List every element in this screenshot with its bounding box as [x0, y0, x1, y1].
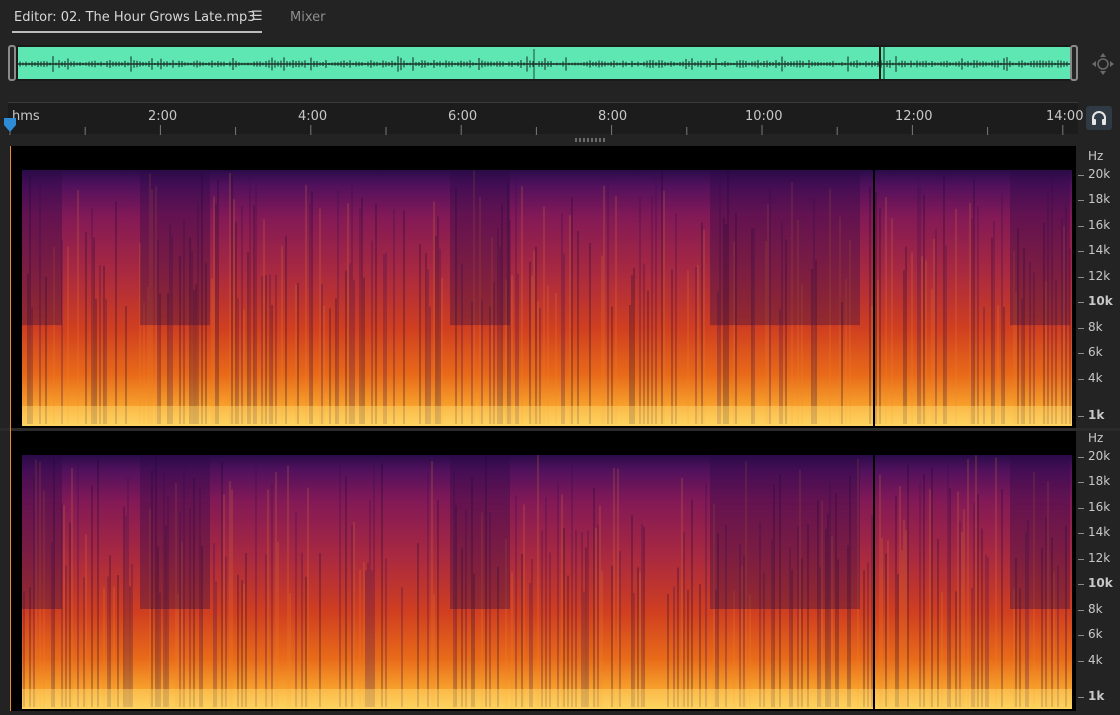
overview-waveform-line — [18, 47, 1070, 79]
hz-tick — [1078, 302, 1084, 303]
hz-label-10k: 10k — [1088, 294, 1113, 308]
tab-editor[interactable]: Editor: 02. The Hour Grows Late.mp3 — [14, 10, 256, 25]
hz-label-18k: 18k — [1088, 192, 1111, 206]
spectrogram-left-channel[interactable] — [10, 146, 1076, 428]
ruler-label-14-00: 14:00 — [1046, 109, 1084, 124]
hz-label-4k: 4k — [1088, 653, 1103, 667]
tab-mixer[interactable]: Mixer — [290, 10, 325, 25]
selection-start-marker — [10, 146, 11, 711]
overview-right-handle[interactable] — [1070, 45, 1078, 81]
hz-label-20k: 20k — [1088, 167, 1111, 181]
hz-label-14k: 14k — [1088, 243, 1111, 257]
hz-label-1k: 1k — [1088, 408, 1105, 422]
spectrogram-right-channel[interactable] — [10, 431, 1076, 711]
hz-tick — [1078, 226, 1084, 227]
frequency-scale-top: Hz 20k 18k 16k 14k 12k 10k 8k 6k 4k 1k — [1078, 146, 1120, 428]
hz-tick — [1078, 353, 1084, 354]
hz-tick — [1078, 328, 1084, 329]
hz-tick — [1078, 610, 1084, 611]
hz-tick — [1078, 697, 1084, 698]
hz-label-18k: 18k — [1088, 474, 1111, 488]
hz-tick — [1078, 584, 1084, 585]
ruler-label-8-00: 8:00 — [598, 109, 628, 124]
ruler-label-10-00: 10:00 — [745, 109, 783, 124]
frequency-scale-bottom: Hz 20k 18k 16k 14k 12k 10k 8k 6k 4k 1k — [1078, 431, 1120, 711]
hz-unit-label: Hz — [1088, 431, 1104, 445]
panel-menu-icon[interactable]: ☰ — [251, 10, 263, 23]
hz-tick — [1078, 175, 1084, 176]
playhead-icon[interactable] — [3, 117, 17, 133]
hz-tick — [1078, 379, 1084, 380]
ruler-label-12-00: 12:00 — [895, 109, 933, 124]
hz-label-12k: 12k — [1088, 551, 1111, 565]
active-tab-indicator — [12, 31, 262, 33]
spectral-stripes — [22, 455, 1072, 711]
ruler-label-4-00: 4:00 — [298, 109, 328, 124]
hz-label-6k: 6k — [1088, 345, 1103, 359]
headphones-icon — [1092, 111, 1106, 125]
hz-label-1k: 1k — [1088, 689, 1105, 703]
hz-label-16k: 16k — [1088, 218, 1111, 232]
hz-label-12k: 12k — [1088, 269, 1111, 283]
panel-resize-grip[interactable] — [575, 138, 605, 142]
overview-waveform — [18, 47, 1070, 79]
hz-label-20k: 20k — [1088, 449, 1111, 463]
editor-tab-bar: Editor: 02. The Hour Grows Late.mp3 ☰ Mi… — [0, 0, 1120, 40]
hz-tick — [1078, 457, 1084, 458]
hz-unit-label: Hz — [1088, 149, 1104, 163]
hz-tick — [1078, 416, 1084, 417]
spectral-stripes — [22, 170, 1072, 428]
hz-tick — [1078, 200, 1084, 201]
hz-label-10k: 10k — [1088, 576, 1113, 590]
overview-left-handle[interactable] — [8, 45, 16, 81]
hz-label-16k: 16k — [1088, 500, 1111, 514]
hz-tick — [1078, 482, 1084, 483]
ruler-label-2-00: 2:00 — [148, 109, 178, 124]
hz-tick — [1078, 635, 1084, 636]
hz-tick — [1078, 533, 1084, 534]
hz-tick — [1078, 661, 1084, 662]
ruler-label-6-00: 6:00 — [448, 109, 478, 124]
time-ruler[interactable]: hms 2:00 4:00 6:00 8:00 10:00 12:00 14:0… — [8, 102, 1083, 135]
hz-tick — [1078, 559, 1084, 560]
snap-to-playhead-button[interactable] — [1086, 106, 1112, 130]
hz-label-8k: 8k — [1088, 602, 1103, 616]
hz-tick — [1078, 508, 1084, 509]
waveform-overview[interactable] — [8, 45, 1078, 81]
hz-label-14k: 14k — [1088, 525, 1111, 539]
hz-label-8k: 8k — [1088, 320, 1103, 334]
hz-tick — [1078, 251, 1084, 252]
hz-tick — [1078, 277, 1084, 278]
hz-label-6k: 6k — [1088, 627, 1103, 641]
zoom-navigator-icon[interactable] — [1091, 52, 1115, 76]
hz-label-4k: 4k — [1088, 371, 1103, 385]
